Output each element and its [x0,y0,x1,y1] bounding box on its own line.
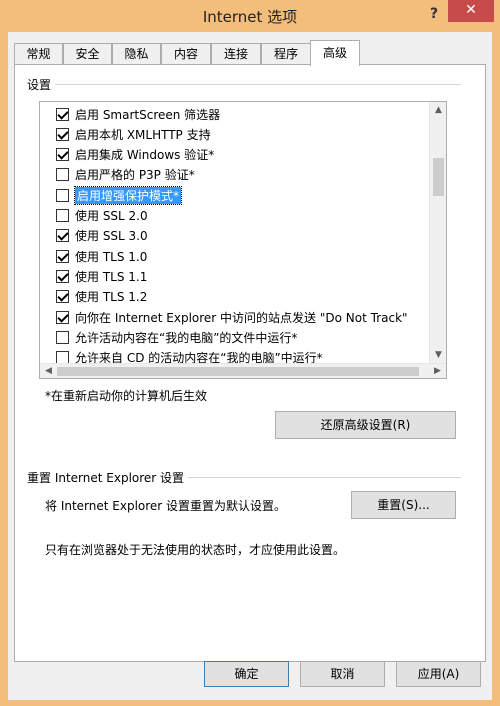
setting-label: 启用严格的 P3P 验证* [75,168,195,183]
setting-row[interactable]: 启用 SmartScreen 筛选器 [56,104,220,124]
settings-group-line [27,84,461,85]
help-button[interactable]: ? [424,4,444,24]
reset-button[interactable]: 重置(S)... [351,491,456,519]
setting-label: 启用 SmartScreen 筛选器 [75,107,221,122]
reset-group-label: 重置 Internet Explorer 设置 [27,469,189,486]
vertical-scroll-thumb[interactable] [433,158,444,196]
setting-row[interactable]: 使用 SSL 2.0 [56,206,148,226]
setting-label: 使用 TLS 1.1 [75,269,148,284]
setting-label: 向你在 Internet Explorer 中访问的站点发送 "Do Not T… [75,310,408,325]
horizontal-scrollbar[interactable]: ◀ ▶ [40,363,446,378]
close-button[interactable]: ✕ [448,0,494,22]
internet-options-window: Internet 选项 ? ✕ 常规 安全 隐私 内容 连接 程序 高级 设置 … [0,0,500,706]
tab-strip: 常规 安全 隐私 内容 连接 程序 高级 [14,40,486,66]
setting-row[interactable]: 使用 TLS 1.0 [56,246,147,266]
setting-row[interactable]: 允许活动内容在“我的电脑”的文件中运行* [56,327,297,347]
advanced-panel: 设置 启用 SmartScreen 筛选器 启用本机 XMLHTTP 支持 启用集成… [14,64,486,662]
title-bar[interactable]: Internet 选项 ? ✕ [0,0,500,32]
tab-advanced[interactable]: 高级 [310,40,360,66]
setting-label: 启用本机 XMLHTTP 支持 [75,127,211,142]
setting-row[interactable]: 使用 TLS 1.2 [56,287,147,307]
setting-label: 使用 SSL 2.0 [75,209,148,223]
horizontal-scroll-thumb[interactable] [57,367,419,376]
tab-connections[interactable]: 连接 [211,43,261,65]
setting-checkbox[interactable] [56,310,69,324]
tab-programs[interactable]: 程序 [261,43,311,65]
reset-description: 将 Internet Explorer 设置重置为默认设置。 [45,499,287,513]
setting-checkbox[interactable] [56,127,69,141]
setting-checkbox[interactable] [56,290,69,304]
setting-label: 启用增强保护模式* [73,185,183,205]
setting-row[interactable]: 向你在 Internet Explorer 中访问的站点发送 "Do Not T… [56,307,408,327]
setting-label: 启用集成 Windows 验证* [75,148,215,163]
setting-row[interactable]: 启用严格的 P3P 验证* [56,165,195,185]
setting-label: 使用 TLS 1.0 [75,249,148,264]
setting-row[interactable]: 使用 SSL 3.0 [56,226,148,246]
setting-row[interactable]: 允许来自 CD 的活动内容在“我的电脑”中运行* [56,348,323,364]
setting-label: 使用 SSL 3.0 [75,229,148,244]
apply-button[interactable]: 应用(A) [396,661,481,687]
scroll-down-icon[interactable]: ▼ [430,347,446,364]
settings-list: 启用 SmartScreen 筛选器 启用本机 XMLHTTP 支持 启用集成 Wi… [40,102,428,364]
scroll-left-icon[interactable]: ◀ [40,363,57,378]
tab-general[interactable]: 常规 [14,43,63,65]
reset-warning: 只有在浏览器处于无法使用的状态时，才应使用此设置。 [45,543,346,557]
ok-button[interactable]: 确定 [204,661,289,687]
setting-checkbox[interactable] [56,330,69,344]
restart-note: *在重新启动你的计算机后生效 [45,389,208,403]
setting-checkbox[interactable] [56,188,69,202]
restore-advanced-button[interactable]: 还原高级设置(R) [275,411,456,439]
setting-checkbox[interactable] [56,229,69,243]
vertical-scrollbar[interactable]: ▲ ▼ [429,102,446,364]
scroll-right-icon[interactable]: ▶ [429,363,446,378]
settings-listbox[interactable]: 启用 SmartScreen 筛选器 启用本机 XMLHTTP 支持 启用集成 Wi… [39,101,447,379]
setting-checkbox[interactable] [56,148,69,162]
settings-group-label: 设置 [27,76,56,93]
dialog-client: 常规 安全 隐私 内容 连接 程序 高级 设置 启用 SmartScreen 筛… [8,32,492,700]
setting-row[interactable]: 启用增强保护模式* [56,185,183,205]
setting-checkbox[interactable] [56,209,69,222]
scroll-up-icon[interactable]: ▲ [430,102,446,119]
setting-checkbox[interactable] [56,249,69,263]
setting-row[interactable]: 启用集成 Windows 验证* [56,145,214,165]
tab-privacy[interactable]: 隐私 [112,43,161,65]
setting-label: 使用 TLS 1.2 [75,290,148,305]
tab-security[interactable]: 安全 [63,43,112,65]
setting-row[interactable]: 启用本机 XMLHTTP 支持 [56,124,211,144]
setting-checkbox[interactable] [56,269,69,283]
setting-label: 允许来自 CD 的活动内容在“我的电脑”中运行* [75,351,323,364]
setting-checkbox[interactable] [56,168,69,182]
setting-checkbox[interactable] [56,107,69,121]
cancel-button[interactable]: 取消 [300,661,385,687]
setting-row[interactable]: 使用 TLS 1.1 [56,266,147,286]
setting-label: 允许活动内容在“我的电脑”的文件中运行* [75,330,298,345]
tab-content[interactable]: 内容 [161,43,211,65]
